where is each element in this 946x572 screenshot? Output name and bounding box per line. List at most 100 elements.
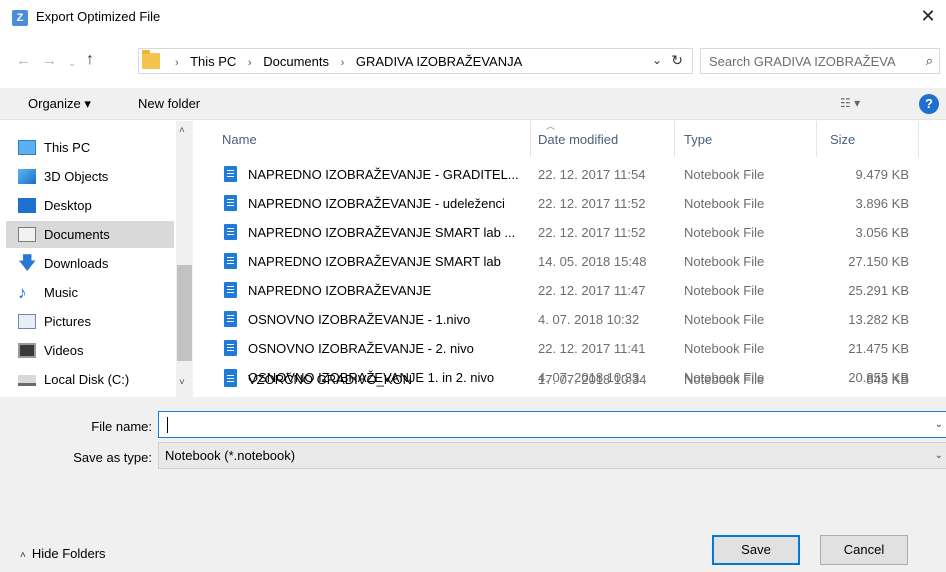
column-header-type-label: Type (684, 132, 713, 147)
file-name-field[interactable]: ⌄ (158, 411, 946, 438)
chevron-down-icon[interactable]: ⌄ (935, 450, 943, 461)
file-row[interactable]: NAPREDNO IZOBRAŽEVANJE SMART lab 14. 05.… (222, 249, 942, 274)
chevron-up-icon: ˄ (20, 550, 26, 561)
file-name: NAPREDNO IZOBRAŽEVANJE SMART lab ... (248, 225, 516, 240)
scrollbar-thumb[interactable] (177, 265, 192, 361)
sidebar-item-3d-objects[interactable]: 3D Objects (6, 163, 174, 190)
file-type: Notebook File (684, 254, 765, 269)
scroll-up-icon[interactable]: ˄ (179, 125, 185, 136)
file-size: 25.291 KB (848, 283, 909, 298)
help-icon[interactable]: ? (919, 94, 939, 114)
search-placeholder: Search GRADIVA IZOBRAŽEVA (709, 54, 896, 69)
file-type: Notebook File (684, 341, 765, 356)
close-icon[interactable]: ✕ (918, 6, 938, 26)
file-name: NAPREDNO IZOBRAŽEVANJE (248, 283, 432, 298)
file-size: 3.056 KB (855, 225, 910, 240)
forward-arrow-icon[interactable]: → (42, 52, 57, 70)
back-arrow-icon[interactable]: ← (16, 52, 31, 70)
search-input[interactable]: Search GRADIVA IZOBRAŽEVA ⌕ (700, 48, 940, 74)
folder-icon (142, 50, 160, 69)
file-row[interactable]: VZORČNO GRADIVO_KON 17. 07. 2018 10:34 N… (222, 367, 942, 392)
scroll-down-icon[interactable]: ˅ (179, 377, 185, 388)
breadcrumb-current-folder[interactable]: GRADIVA IZOBRAŽEVANJA (356, 54, 522, 69)
sidebar-item-music[interactable]: ♪ Music (6, 279, 174, 306)
breadcrumb-separator[interactable]: › (248, 57, 252, 69)
recent-locations-icon[interactable]: ⌄ (68, 55, 76, 73)
file-row[interactable]: OSNOVNO IZOBRAŽEVANJE - 1.nivo 4. 07. 20… (222, 307, 942, 332)
breadcrumb-documents[interactable]: Documents (263, 54, 329, 69)
file-row[interactable]: NAPREDNO IZOBRAŽEVANJE SMART lab ... 22.… (222, 220, 942, 245)
text-caret (167, 417, 168, 433)
column-divider[interactable] (918, 121, 919, 157)
organize-button[interactable]: Organize ▾ (28, 96, 91, 112)
search-icon[interactable]: ⌕ (926, 53, 933, 69)
save-type-label: Save as type: (73, 450, 152, 465)
hide-folders-button[interactable]: ˄ Hide Folders (20, 546, 106, 561)
refresh-icon[interactable]: ↻ (671, 52, 683, 69)
sidebar-item-label: This PC (44, 140, 91, 155)
sidebar-item-label: Videos (44, 343, 84, 358)
sidebar-item-desktop[interactable]: Desktop (6, 192, 174, 219)
file-date: 22. 12. 2017 11:41 (538, 341, 646, 356)
file-size: 27.150 KB (848, 254, 909, 269)
column-header-type[interactable]: Type (674, 121, 816, 157)
hide-folders-label: Hide Folders (31, 546, 106, 561)
pictures-icon (18, 314, 36, 329)
save-button[interactable]: Save (712, 535, 800, 565)
column-header-date[interactable]: Date modified (530, 121, 675, 157)
file-type: Notebook File (684, 225, 765, 240)
file-type: Notebook File (684, 312, 765, 327)
sidebar-item-local-disk[interactable]: Local Disk (C:) (6, 366, 174, 393)
file-type: Notebook File (684, 283, 765, 298)
sidebar-item-label: Local Disk (C:) (44, 372, 130, 387)
file-row[interactable]: NAPREDNO IZOBRAŽEVANJE 22. 12. 2017 11:4… (222, 278, 942, 303)
breadcrumb-this-pc[interactable]: This PC (190, 54, 236, 69)
file-list: Name ︿ Date modified Type Size NAPREDNO … (200, 121, 946, 397)
title-bar: Z Export Optimized File ✕ (0, 0, 946, 34)
column-header-size[interactable]: Size (816, 121, 916, 157)
save-type-select[interactable]: Notebook (*.notebook) ⌄ (158, 442, 946, 469)
file-name: VZORČNO GRADIVO_KON (248, 372, 412, 387)
notebook-file-icon (224, 371, 237, 387)
address-bar[interactable]: › This PC › Documents › GRADIVA IZOBRAŽE… (138, 48, 693, 74)
up-arrow-icon[interactable]: ↑ (86, 51, 94, 69)
file-row[interactable]: OSNOVNO IZOBRAŽEVANJE - 2. nivo 22. 12. … (222, 336, 942, 361)
chevron-down-icon[interactable]: ⌄ (652, 53, 662, 67)
file-type: Notebook File (684, 167, 765, 182)
new-folder-button[interactable]: New folder (138, 96, 200, 111)
chevron-down-icon[interactable]: ⌄ (935, 419, 943, 430)
sidebar-scrollbar[interactable]: ˄ ˅ (176, 121, 193, 397)
videos-icon (18, 343, 36, 358)
file-date: 22. 12. 2017 11:54 (538, 167, 646, 182)
cancel-button[interactable]: Cancel (820, 535, 908, 565)
view-options-icon[interactable]: ☷ ▾ (840, 96, 860, 110)
file-size: 843 KB (866, 372, 909, 387)
breadcrumb-separator[interactable]: › (341, 57, 345, 69)
file-size: 13.282 KB (848, 312, 909, 327)
sidebar-item-label: Downloads (44, 256, 109, 271)
breadcrumb-separator: › (175, 57, 179, 69)
app-icon: Z (12, 10, 28, 26)
file-name: NAPREDNO IZOBRAŽEVANJE - GRADITEL... (248, 167, 519, 182)
sidebar-item-this-pc[interactable]: This PC (6, 134, 174, 161)
sidebar-item-label: Desktop (44, 198, 92, 213)
file-row[interactable]: NAPREDNO IZOBRAŽEVANJE - udeleženci 22. … (222, 191, 942, 216)
sidebar-item-videos[interactable]: Videos (6, 337, 174, 364)
sidebar-item-label: Documents (44, 227, 110, 242)
file-name: OSNOVNO IZOBRAŽEVANJE - 1.nivo (248, 312, 471, 327)
column-header-name[interactable]: Name (212, 121, 532, 157)
file-name-label: File name: (91, 419, 152, 434)
file-date: 17. 07. 2018 10:34 (538, 372, 647, 387)
sidebar-item-pictures[interactable]: Pictures (6, 308, 174, 335)
file-date: 22. 12. 2017 11:52 (538, 196, 646, 211)
file-type: Notebook File (684, 372, 765, 387)
sidebar-item-downloads[interactable]: 🡇 Downloads (6, 250, 174, 277)
pc-icon (18, 140, 36, 155)
command-bar: Organize ▾ New folder ☷ ▾ ? (0, 88, 946, 120)
documents-icon (18, 227, 36, 242)
file-row[interactable]: NAPREDNO IZOBRAŽEVANJE - GRADITEL... 22.… (222, 162, 942, 187)
notebook-file-icon (224, 224, 237, 240)
sidebar-item-documents[interactable]: Documents (6, 221, 174, 248)
column-header-name-label: Name (222, 132, 257, 147)
sidebar-item-label: Music (44, 285, 78, 300)
